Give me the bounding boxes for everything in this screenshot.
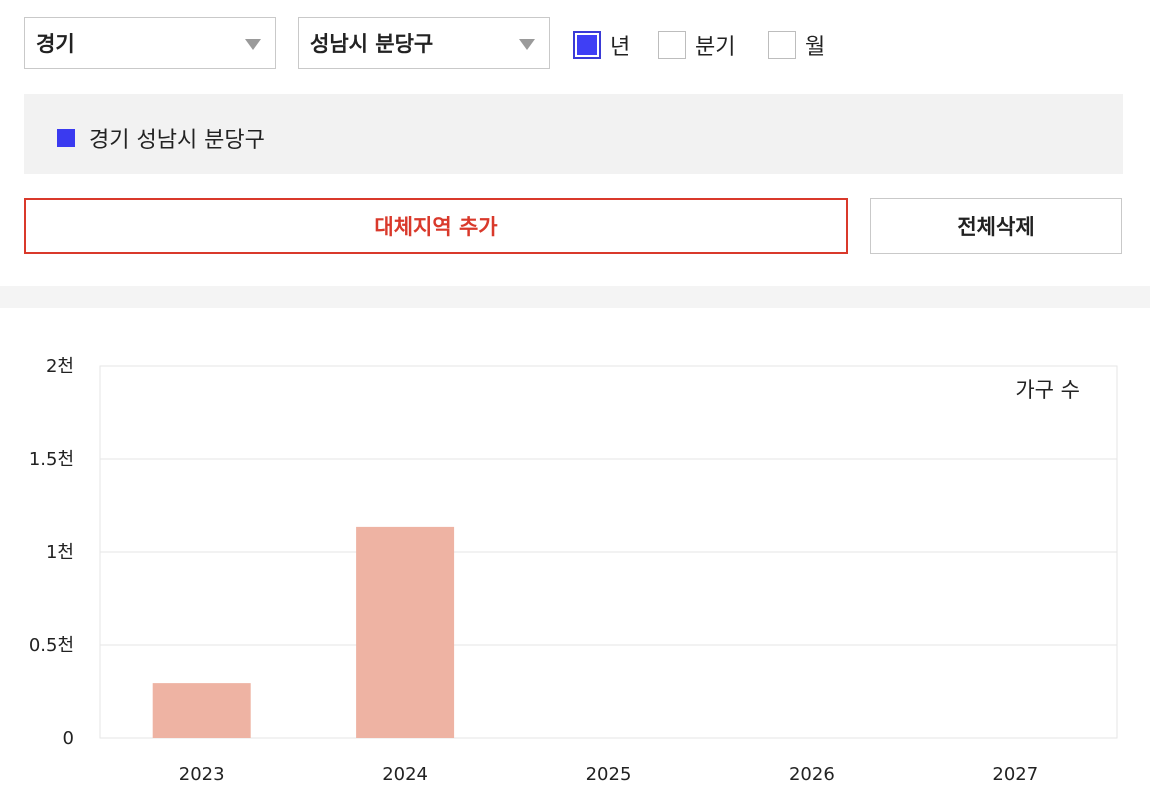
x-tick-label: 2023	[179, 764, 225, 785]
y-tick-label: 0.5천	[29, 635, 74, 656]
x-tick-label: 2025	[586, 764, 632, 785]
chevron-down-icon	[519, 39, 535, 50]
x-tick-label: 2026	[789, 764, 835, 785]
district-select-value: 성남시 분당구	[310, 32, 434, 56]
delete-all-button[interactable]: 전체삭제	[870, 198, 1122, 254]
selected-regions-panel: 경기 성남시 분당구	[24, 94, 1123, 174]
add-alternative-region-button[interactable]: 대체지역 추가	[24, 198, 848, 254]
district-select[interactable]: 성남시 분당구	[298, 17, 550, 69]
chart-legend-label: 가구 수	[1015, 378, 1080, 402]
province-select-value: 경기	[36, 32, 75, 56]
y-tick-label: 1천	[46, 542, 74, 563]
bar-2024[interactable]	[356, 526, 455, 738]
y-tick-label: 1.5천	[29, 449, 74, 470]
selected-region-item: 경기 성남시 분당구	[57, 122, 265, 154]
period-month-label: 월	[805, 35, 826, 60]
period-year-checkbox[interactable]: 년	[573, 29, 630, 61]
period-month-checkbox[interactable]: 월	[768, 29, 825, 61]
checkbox-checked-icon[interactable]	[573, 31, 601, 59]
period-quarter-checkbox[interactable]: 분기	[658, 29, 735, 61]
checkbox-unchecked-icon[interactable]	[768, 31, 796, 59]
period-quarter-label: 분기	[695, 35, 736, 60]
y-tick-label: 2천	[46, 356, 74, 377]
y-tick-label: 0	[63, 728, 74, 749]
province-select[interactable]: 경기	[24, 17, 276, 69]
selected-region-label: 경기 성남시 분당구	[89, 128, 265, 153]
x-tick-label: 2027	[992, 764, 1038, 785]
period-year-label: 년	[610, 35, 631, 60]
bar-2023[interactable]	[152, 683, 251, 738]
chevron-down-icon	[245, 39, 261, 50]
checkbox-unchecked-icon[interactable]	[658, 31, 686, 59]
region-color-swatch	[57, 129, 75, 147]
section-divider	[0, 286, 1150, 308]
x-tick-label: 2024	[382, 764, 428, 785]
household-count-bar-chart: 0 0.5천 1천 1.5천 2천 2023 2024 2025 2026 2027 가구 수	[29, 356, 1118, 785]
